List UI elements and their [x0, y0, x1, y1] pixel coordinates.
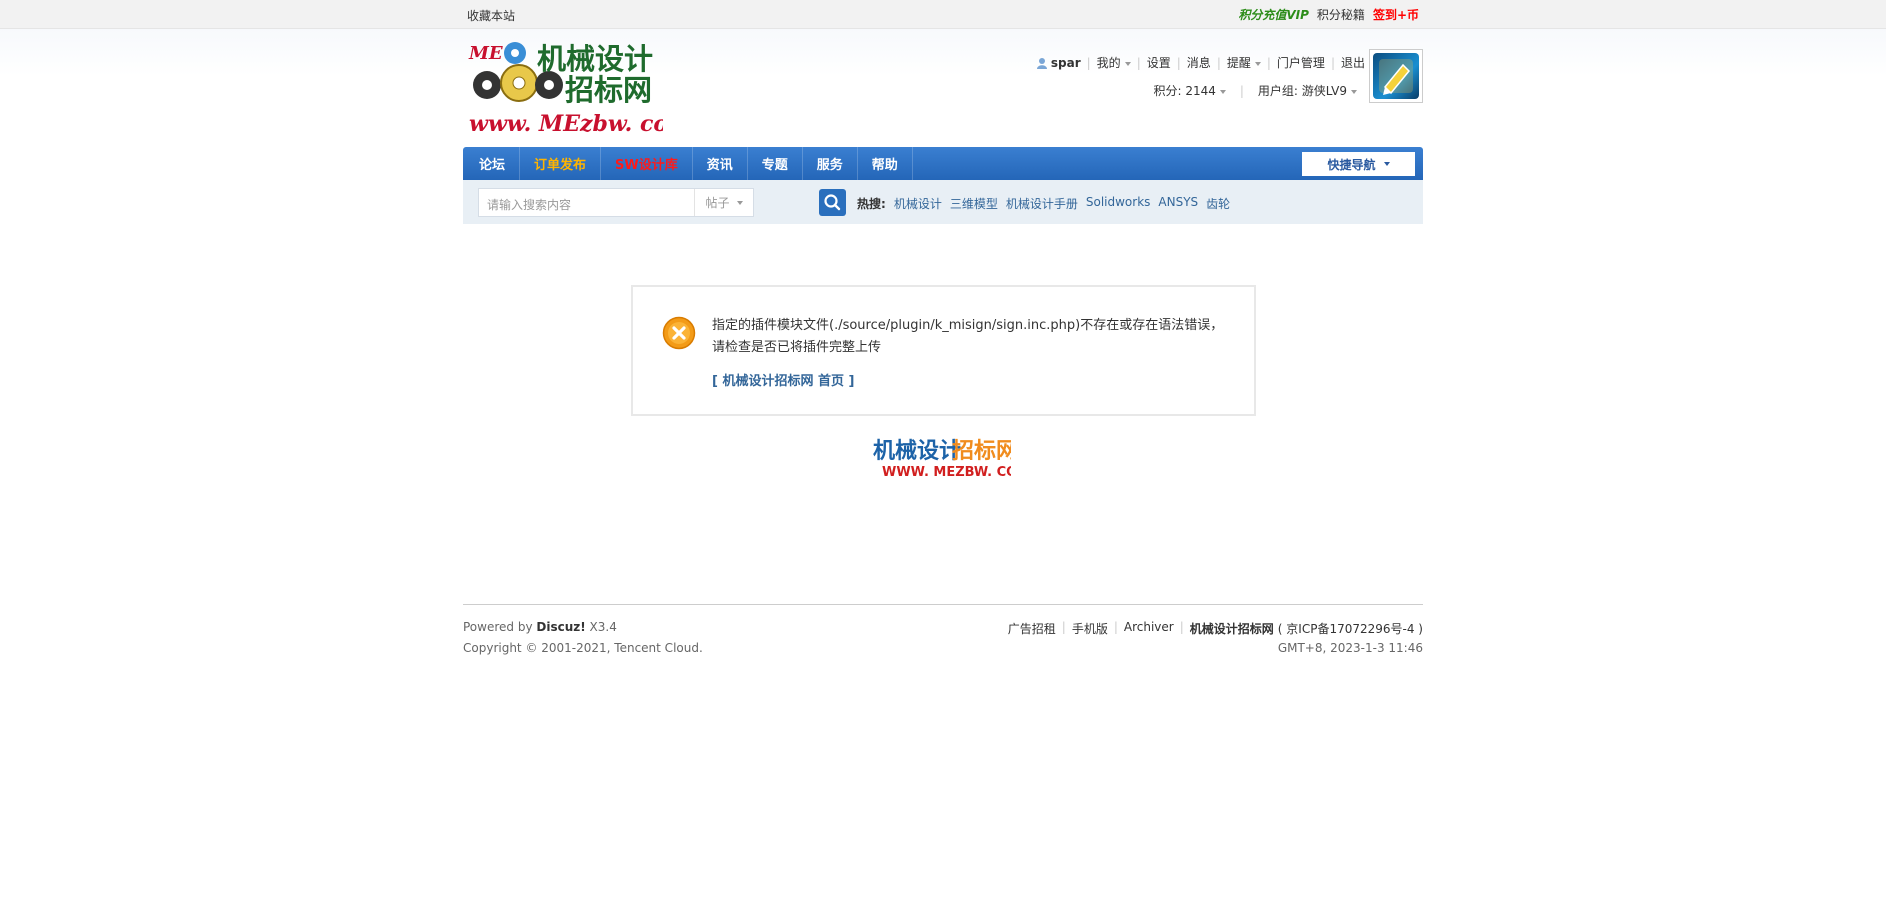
server-time: GMT+8, 2023-1-3 11:46 [1277, 641, 1423, 655]
points-secret-link[interactable]: 积分秘籍 [1317, 6, 1365, 23]
search-type-label: 帖子 [705, 196, 730, 210]
chevron-down-icon [1351, 89, 1357, 94]
nav-item-service[interactable]: 服务 [803, 147, 858, 180]
search-placeholder: 请输入搜索内容 [487, 198, 572, 212]
hot-keyword[interactable]: ANSYS [1158, 195, 1198, 212]
svg-text:机械设计: 机械设计 [873, 438, 961, 464]
footer: Powered by Discuz! X3.4 Copyright © 2001… [463, 604, 1423, 655]
copyright: Copyright © 2001-2021, Tencent Cloud. [463, 641, 703, 655]
avatar[interactable] [1369, 49, 1423, 103]
top-toolbar: 收藏本站 积分充值VIP 积分秘籍 签到+币 [0, 0, 1886, 29]
svg-text:机械设计: 机械设计 [537, 42, 653, 76]
hot-search-label: 热搜: [857, 197, 886, 211]
reminders-menu[interactable]: 提醒 [1227, 54, 1261, 71]
brand-logo: 机械设计 招标网 WWW. MEZBW. COM [873, 436, 1030, 482]
nav-item-sw-library[interactable]: SW设计库 [601, 147, 693, 180]
header: ME 机械设计 招标网 www. MEzbw. com spar [0, 29, 1886, 147]
points-menu[interactable]: 积分: 2144 [1153, 82, 1226, 99]
quick-nav-label: 快捷导航 [1327, 157, 1376, 172]
nav-item-order-post[interactable]: 订单发布 [520, 147, 602, 180]
discuz-name: Discuz! [536, 620, 586, 634]
powered-by: Powered by Discuz! X3.4 [463, 620, 617, 634]
hot-keyword[interactable]: Solidworks [1086, 195, 1151, 212]
site-name-link[interactable]: 机械设计招标网 [1190, 620, 1274, 637]
pencil-avatar-icon [1373, 53, 1419, 99]
separator: | [1216, 55, 1221, 70]
discuz-link[interactable]: Discuz! [536, 620, 585, 634]
ad-rent-link[interactable]: 广告招租 [1008, 620, 1056, 637]
settings-link[interactable]: 设置 [1147, 54, 1171, 71]
portal-admin-link[interactable]: 门户管理 [1277, 54, 1325, 71]
powered-prefix: Powered by [463, 620, 537, 634]
svg-text:www. MEzbw. com: www. MEzbw. com [469, 111, 663, 137]
search-button[interactable] [819, 189, 846, 216]
vip-recharge-link[interactable]: 积分充值VIP [1238, 6, 1309, 23]
main-nav: 论坛 订单发布 SW设计库 资讯 专题 服务 帮助 快捷导航 [463, 147, 1423, 180]
svg-text:招标网: 招标网 [952, 438, 1011, 464]
mobile-link[interactable]: 手机版 [1072, 620, 1108, 637]
username-link[interactable]: spar [1051, 56, 1081, 70]
svg-text:WWW. MEZBW. COM: WWW. MEZBW. COM [882, 465, 1011, 480]
points-label: 积分: 2144 [1153, 84, 1216, 98]
chevron-down-icon [1254, 61, 1261, 66]
footer-links: 广告招租 | 手机版 | Archiver | 机械设计招标网 ( 京ICP备1… [1008, 620, 1423, 637]
separator: | [1113, 620, 1118, 634]
hot-keyword[interactable]: 机械设计 [894, 195, 942, 212]
home-link[interactable]: [ 机械设计招标网 首页 ] [712, 370, 854, 389]
chevron-down-icon [1124, 61, 1131, 66]
hot-keyword[interactable]: 机械设计手册 [1006, 195, 1078, 212]
svg-text:ME: ME [468, 43, 503, 64]
sign-in-link[interactable]: 签到+币 [1373, 6, 1419, 23]
separator: | [1330, 55, 1335, 70]
icp-link[interactable]: ( 京ICP备17072296号-4 ) [1278, 620, 1423, 637]
reminders-label: 提醒 [1226, 56, 1251, 70]
favorite-link[interactable]: 收藏本站 [467, 7, 515, 24]
chevron-down-icon [736, 200, 743, 205]
nav-item-news[interactable]: 资讯 [693, 147, 748, 180]
quick-nav-button[interactable]: 快捷导航 [1302, 152, 1415, 176]
svg-text:招标网: 招标网 [565, 73, 652, 107]
search-input[interactable]: 请输入搜索内容 帖子 [478, 188, 754, 217]
logo-gears-icon: ME 机械设计 招标网 www. MEzbw. com [468, 42, 691, 137]
usergroup-menu[interactable]: 用户组: 游侠LV9 [1258, 82, 1357, 99]
hot-keyword[interactable]: 齿轮 [1206, 195, 1230, 212]
search-icon [824, 194, 841, 211]
logout-link[interactable]: 退出 [1341, 54, 1365, 71]
site-name: 机械设计招标网 [1189, 622, 1274, 636]
nav-item-help[interactable]: 帮助 [858, 147, 913, 180]
separator: | [1176, 55, 1181, 70]
mine-menu[interactable]: 我的 [1097, 54, 1131, 71]
separator: | [1136, 55, 1141, 70]
messages-link[interactable]: 消息 [1187, 54, 1211, 71]
search-bar: 请输入搜索内容 帖子 热搜: 机械设计 三维模型 机械设计手册 Solidwor… [463, 180, 1423, 224]
chevron-down-icon [1383, 162, 1390, 166]
nav-item-topics[interactable]: 专题 [748, 147, 803, 180]
search-type-select[interactable]: 帖子 [694, 189, 753, 216]
separator: | [1086, 55, 1091, 70]
user-menu: spar | 我的 | 设置 | 消息 | 提醒 | 门户管理 | 退出 [1036, 54, 1365, 71]
error-message-text: 指定的插件模块文件(./source/plugin/k_misign/sign.… [712, 318, 1224, 355]
discuz-version: X3.4 [585, 620, 617, 634]
archiver-link[interactable]: Archiver [1124, 620, 1174, 637]
separator: | [1266, 55, 1271, 70]
separator: | [1239, 83, 1244, 98]
nav-item-forum[interactable]: 论坛 [465, 147, 521, 180]
user-icon [1036, 57, 1047, 69]
chevron-down-icon [1219, 89, 1226, 94]
site-logo[interactable]: ME 机械设计 招标网 www. MEzbw. com [467, 39, 691, 139]
hot-keyword[interactable]: 三维模型 [950, 195, 998, 212]
usergroup-label: 用户组: 游侠LV9 [1257, 84, 1347, 98]
error-message-box: 指定的插件模块文件(./source/plugin/k_misign/sign.… [631, 285, 1256, 416]
user-stats: 积分: 2144 | 用户组: 游侠LV9 [1153, 82, 1357, 99]
separator: | [1061, 620, 1066, 634]
hot-search: 热搜: 机械设计 三维模型 机械设计手册 Solidworks ANSYS 齿轮 [857, 195, 1230, 212]
separator: | [1179, 620, 1184, 634]
mine-label: 我的 [1096, 56, 1121, 70]
error-icon [662, 316, 696, 350]
